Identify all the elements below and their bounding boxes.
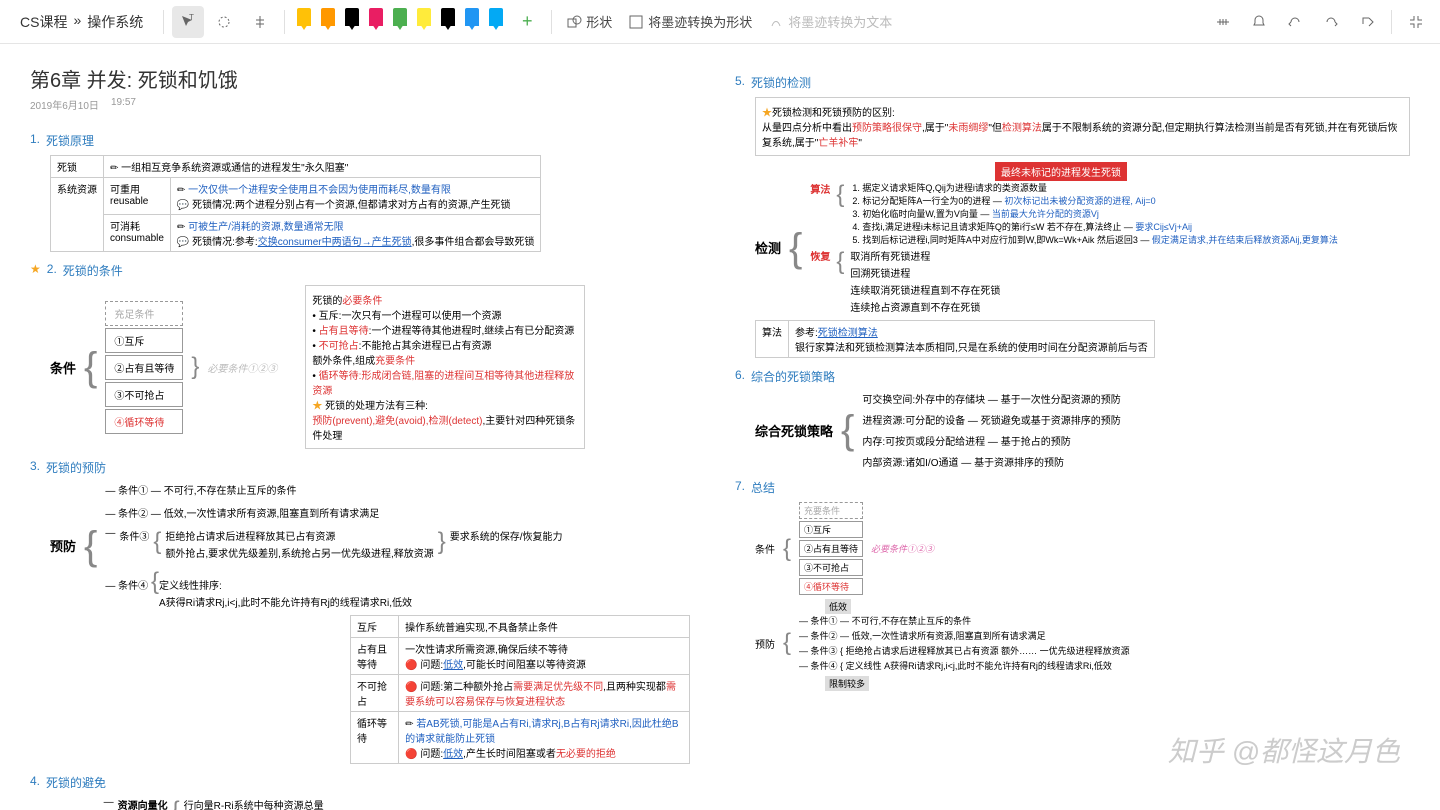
pen-pink[interactable] bbox=[365, 0, 387, 30]
pen-black2[interactable] bbox=[437, 0, 459, 30]
notification-icon[interactable] bbox=[1243, 6, 1275, 38]
ink-to-text-button[interactable]: 将墨迹转换为文本 bbox=[762, 8, 898, 35]
shapes-button[interactable]: 形状 bbox=[560, 8, 618, 35]
page-title: 第6章 并发: 死锁和饥饿 bbox=[30, 64, 705, 93]
svg-text:T: T bbox=[189, 14, 194, 22]
page-date: 2019年6月10日 bbox=[30, 97, 99, 112]
prevent-table: 互斥操作系统普遍实现,不具备禁止条件 占有且等待一次性请求所需资源,确保后续不等… bbox=[350, 615, 690, 764]
detect-link[interactable]: 死锁检测算法 bbox=[818, 328, 878, 339]
ruler-tool[interactable] bbox=[1207, 6, 1239, 38]
lasso-tool[interactable] bbox=[208, 6, 240, 38]
section-6-header: 6.综合的死锁策略 bbox=[735, 368, 1410, 385]
toolbar: CS课程 » 操作系统 T + 形状 将墨迹转换为形状 将墨迹转换为文本 bbox=[0, 0, 1440, 44]
undo-button[interactable] bbox=[1279, 6, 1311, 38]
pen-cyan[interactable] bbox=[485, 0, 507, 30]
consumer-link[interactable]: 交换consumer中两语句→产生死锁 bbox=[258, 237, 412, 248]
ink-to-shape-button[interactable]: 将墨迹转换为形状 bbox=[622, 8, 758, 35]
principle-table: 死锁✏ 一组相互竞争系统资源或通信的进程发生"永久阻塞" 系统资源可重用reus… bbox=[50, 155, 541, 252]
pen-blue[interactable] bbox=[461, 0, 483, 30]
page-content: 第6章 并发: 死锁和饥饿 2019年6月10日 19:57 1.死锁原理 死锁✏… bbox=[0, 44, 1440, 810]
section-2-header: ★2.死锁的条件 bbox=[30, 262, 705, 279]
crumb-a[interactable]: CS课程 bbox=[20, 12, 67, 32]
section-1-header: 1.死锁原理 bbox=[30, 132, 705, 149]
section-7-header: 7.总结 bbox=[735, 479, 1410, 496]
fullscreen-exit-button[interactable] bbox=[1400, 6, 1432, 38]
insert-space-tool[interactable] bbox=[244, 6, 276, 38]
section-4-header: 4.死锁的避免 bbox=[30, 774, 705, 791]
section-5-header: 5.死锁的检测 bbox=[735, 74, 1410, 91]
breadcrumb: CS课程 » 操作系统 bbox=[8, 12, 155, 32]
add-pen-button[interactable]: + bbox=[511, 6, 543, 38]
pen-orange[interactable] bbox=[317, 0, 339, 30]
pen-palette bbox=[293, 0, 507, 44]
page-time: 19:57 bbox=[111, 97, 136, 112]
pen-black[interactable] bbox=[341, 0, 363, 30]
pen-green[interactable] bbox=[389, 0, 411, 30]
crumb-sep: » bbox=[73, 12, 81, 32]
pen-yellow[interactable] bbox=[293, 0, 315, 30]
redo-button[interactable] bbox=[1315, 6, 1347, 38]
detect-algo-table: 算法参考:死锁检测算法银行家算法和死锁检测算法本质相同,只是在系统的使用时间在分… bbox=[755, 320, 1155, 358]
pen-hl-yellow[interactable] bbox=[413, 0, 435, 30]
section-3-header: 3.死锁的预防 bbox=[30, 459, 705, 476]
crumb-b[interactable]: 操作系统 bbox=[87, 12, 143, 32]
share-button[interactable] bbox=[1351, 6, 1383, 38]
cursor-text-tool[interactable]: T bbox=[172, 6, 204, 38]
